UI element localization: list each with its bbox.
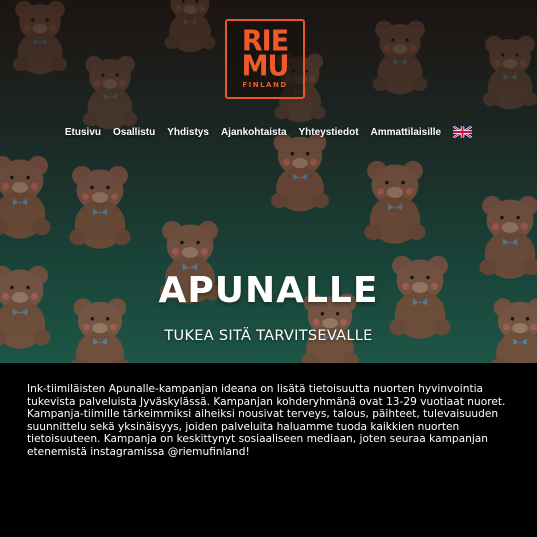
nav-item-etusivu[interactable]: Etusivu — [65, 127, 101, 138]
nav-item-ammattilaisille[interactable]: Ammattilaisille — [371, 127, 442, 138]
nav-item-ajankohtaista[interactable]: Ajankohtaista — [221, 127, 287, 138]
campaign-description: Ink-tiimiläisten Apunalle-kampanjan idea… — [27, 383, 506, 458]
main-navigation: Etusivu Osallistu Yhdistys Ajankohtaista… — [0, 126, 537, 138]
hero-banner: RIE MU FINLAND Etusivu Osallistu Yhdisty… — [0, 0, 537, 363]
page-subtitle: TUKEA SITÄ TARVITSEVALLE — [164, 328, 373, 344]
riemu-logo[interactable]: RIE MU FINLAND — [225, 19, 305, 99]
nav-item-yhteystiedot[interactable]: Yhteystiedot — [299, 127, 359, 138]
logo-text-line2: MU — [241, 50, 290, 83]
nav-item-yhdistys[interactable]: Yhdistys — [167, 127, 209, 138]
page-title: APUNALLE — [158, 270, 379, 311]
nav-item-osallistu[interactable]: Osallistu — [113, 127, 155, 138]
uk-flag-icon[interactable] — [453, 126, 473, 138]
